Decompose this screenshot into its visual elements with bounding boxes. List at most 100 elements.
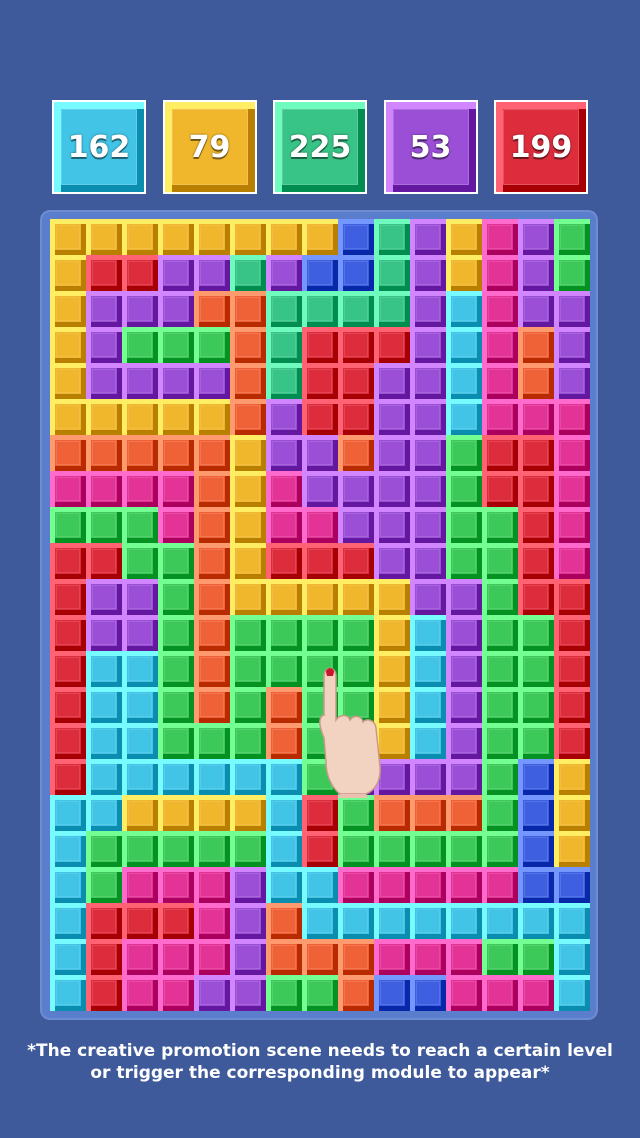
block-cell[interactable]	[338, 219, 374, 255]
block-cell[interactable]	[410, 471, 446, 507]
block-cell[interactable]	[194, 219, 230, 255]
block-cell[interactable]	[302, 327, 338, 363]
block-cell[interactable]	[518, 687, 554, 723]
block-cell[interactable]	[518, 831, 554, 867]
block-cell[interactable]	[374, 471, 410, 507]
block-cell[interactable]	[338, 579, 374, 615]
block-cell[interactable]	[158, 975, 194, 1011]
block-cell[interactable]	[158, 615, 194, 651]
block-cell[interactable]	[482, 435, 518, 471]
block-cell[interactable]	[86, 579, 122, 615]
block-cell[interactable]	[482, 543, 518, 579]
block-cell[interactable]	[518, 471, 554, 507]
block-cell[interactable]	[482, 939, 518, 975]
block-cell[interactable]	[86, 219, 122, 255]
block-cell[interactable]	[374, 363, 410, 399]
block-cell[interactable]	[122, 327, 158, 363]
block-cell[interactable]	[122, 471, 158, 507]
block-cell[interactable]	[338, 831, 374, 867]
block-cell[interactable]	[518, 327, 554, 363]
block-cell[interactable]	[122, 975, 158, 1011]
block-cell[interactable]	[86, 255, 122, 291]
block-cell[interactable]	[266, 219, 302, 255]
block-cell[interactable]	[302, 975, 338, 1011]
block-cell[interactable]	[230, 219, 266, 255]
block-cell[interactable]	[554, 651, 590, 687]
block-cell[interactable]	[554, 399, 590, 435]
block-cell[interactable]	[266, 903, 302, 939]
block-cell[interactable]	[122, 435, 158, 471]
block-cell[interactable]	[554, 471, 590, 507]
block-cell[interactable]	[86, 471, 122, 507]
block-cell[interactable]	[482, 867, 518, 903]
block-cell[interactable]	[518, 795, 554, 831]
block-cell[interactable]	[410, 219, 446, 255]
block-cell[interactable]	[194, 471, 230, 507]
block-cell[interactable]	[50, 327, 86, 363]
block-cell[interactable]	[410, 507, 446, 543]
block-cell[interactable]	[230, 435, 266, 471]
block-cell[interactable]	[374, 831, 410, 867]
block-cell[interactable]	[482, 327, 518, 363]
block-cell[interactable]	[446, 291, 482, 327]
block-cell[interactable]	[302, 507, 338, 543]
block-cell[interactable]	[518, 579, 554, 615]
block-cell[interactable]	[86, 831, 122, 867]
block-cell[interactable]	[230, 255, 266, 291]
block-cell[interactable]	[122, 399, 158, 435]
block-cell[interactable]	[302, 399, 338, 435]
block-cell[interactable]	[230, 759, 266, 795]
block-cell[interactable]	[482, 759, 518, 795]
block-cell[interactable]	[446, 795, 482, 831]
block-cell[interactable]	[122, 543, 158, 579]
block-cell[interactable]	[194, 291, 230, 327]
block-cell[interactable]	[410, 291, 446, 327]
block-cell[interactable]	[338, 795, 374, 831]
block-cell[interactable]	[554, 507, 590, 543]
block-cell[interactable]	[446, 435, 482, 471]
block-cell[interactable]	[122, 219, 158, 255]
block-cell[interactable]	[122, 291, 158, 327]
block-cell[interactable]	[158, 579, 194, 615]
block-cell[interactable]	[446, 867, 482, 903]
block-cell[interactable]	[86, 543, 122, 579]
block-cell[interactable]	[554, 543, 590, 579]
block-cell[interactable]	[374, 939, 410, 975]
block-cell[interactable]	[482, 975, 518, 1011]
block-cell[interactable]	[86, 615, 122, 651]
block-cell[interactable]	[50, 651, 86, 687]
block-cell[interactable]	[230, 903, 266, 939]
block-cell[interactable]	[50, 471, 86, 507]
block-cell[interactable]	[338, 867, 374, 903]
block-cell[interactable]	[122, 831, 158, 867]
block-cell[interactable]	[194, 795, 230, 831]
block-cell[interactable]	[482, 471, 518, 507]
block-cell[interactable]	[266, 651, 302, 687]
block-cell[interactable]	[50, 579, 86, 615]
block-cell[interactable]	[122, 687, 158, 723]
block-cell[interactable]	[518, 399, 554, 435]
block-cell[interactable]	[86, 723, 122, 759]
block-cell[interactable]	[194, 939, 230, 975]
block-cell[interactable]	[86, 651, 122, 687]
block-cell[interactable]	[446, 507, 482, 543]
block-cell[interactable]	[554, 615, 590, 651]
block-cell[interactable]	[266, 939, 302, 975]
block-cell[interactable]	[446, 651, 482, 687]
block-cell[interactable]	[194, 723, 230, 759]
block-cell[interactable]	[266, 435, 302, 471]
block-cell[interactable]	[518, 435, 554, 471]
game-board[interactable]	[50, 219, 590, 1011]
block-cell[interactable]	[230, 615, 266, 651]
block-cell[interactable]	[50, 399, 86, 435]
block-cell[interactable]	[302, 255, 338, 291]
block-cell[interactable]	[86, 687, 122, 723]
block-cell[interactable]	[230, 579, 266, 615]
block-cell[interactable]	[482, 219, 518, 255]
block-cell[interactable]	[482, 723, 518, 759]
block-cell[interactable]	[122, 507, 158, 543]
block-cell[interactable]	[230, 327, 266, 363]
block-cell[interactable]	[50, 543, 86, 579]
block-cell[interactable]	[158, 903, 194, 939]
block-cell[interactable]	[158, 831, 194, 867]
